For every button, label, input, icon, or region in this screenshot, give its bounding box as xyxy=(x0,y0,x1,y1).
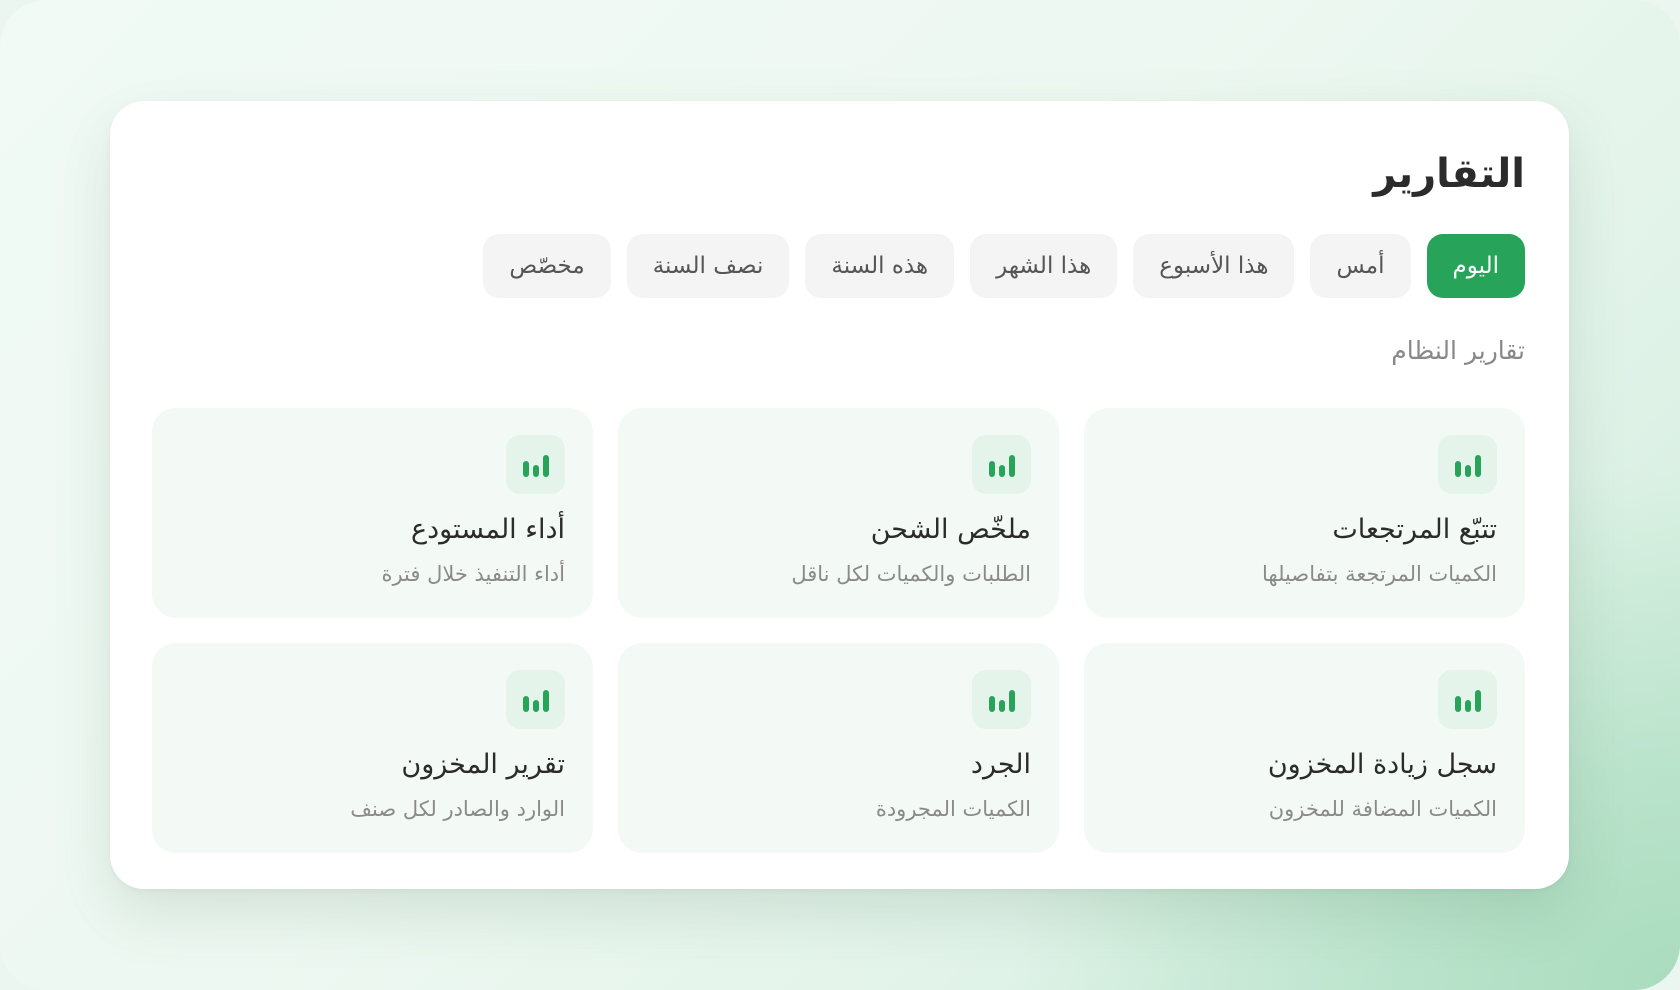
period-today-button[interactable]: اليوم xyxy=(1426,234,1525,298)
report-title: ملخّص الشحن xyxy=(870,514,1031,545)
report-card-stock-report[interactable]: تقرير المخزون الوارد والصادر لكل صنف xyxy=(152,643,593,853)
bar-chart-icon xyxy=(506,435,565,494)
bar-chart-icon xyxy=(506,670,565,729)
period-custom-button[interactable]: مخصّص xyxy=(483,234,611,298)
report-description: الكميات المضافة للمخزون xyxy=(1268,797,1497,821)
report-title: الجرد xyxy=(970,749,1031,780)
bar-chart-icon xyxy=(972,670,1031,729)
period-yesterday-button[interactable]: أمس xyxy=(1310,234,1411,298)
page-background: التقارير اليوم أمس هذا الأسبوع هذا الشهر… xyxy=(0,0,1680,990)
section-label: تقارير النظام xyxy=(1391,336,1525,365)
report-description: أداء التنفيذ خلال فترة xyxy=(381,562,565,586)
report-title: أداء المستودع xyxy=(411,514,565,545)
report-card-shipping-summary[interactable]: ملخّص الشحن الطلبات والكميات لكل ناقل xyxy=(618,408,1059,618)
report-card-returns-tracking[interactable]: تتبّع المرتجعات الكميات المرتجعة بتفاصيل… xyxy=(1084,408,1525,618)
period-this-week-button[interactable]: هذا الأسبوع xyxy=(1133,234,1295,298)
period-this-year-button[interactable]: هذه السنة xyxy=(805,234,955,298)
report-card-inventory-count[interactable]: الجرد الكميات المجرودة xyxy=(618,643,1059,853)
report-card-warehouse-performance[interactable]: أداء المستودع أداء التنفيذ خلال فترة xyxy=(152,408,593,618)
report-title: سجل زيادة المخزون xyxy=(1267,749,1497,780)
period-filter-bar: اليوم أمس هذا الأسبوع هذا الشهر هذه السن… xyxy=(154,234,1525,298)
period-half-year-button[interactable]: نصف السنة xyxy=(626,234,790,298)
report-card-stock-increase-log[interactable]: سجل زيادة المخزون الكميات المضافة للمخزو… xyxy=(1084,643,1525,853)
period-this-month-button[interactable]: هذا الشهر xyxy=(970,234,1118,298)
reports-panel: التقارير اليوم أمس هذا الأسبوع هذا الشهر… xyxy=(110,101,1569,889)
report-title: تتبّع المرتجعات xyxy=(1332,514,1497,545)
report-title: تقرير المخزون xyxy=(401,749,565,780)
page-title: التقارير xyxy=(1373,151,1525,197)
bar-chart-icon xyxy=(972,435,1031,494)
report-description: الوارد والصادر لكل صنف xyxy=(350,797,565,821)
bar-chart-icon xyxy=(1438,435,1497,494)
report-description: الكميات المجرودة xyxy=(875,797,1031,821)
reports-grid: تتبّع المرتجعات الكميات المرتجعة بتفاصيل… xyxy=(152,408,1525,853)
report-description: الكميات المرتجعة بتفاصيلها xyxy=(1262,562,1497,586)
bar-chart-icon xyxy=(1438,670,1497,729)
report-description: الطلبات والكميات لكل ناقل xyxy=(791,562,1031,586)
